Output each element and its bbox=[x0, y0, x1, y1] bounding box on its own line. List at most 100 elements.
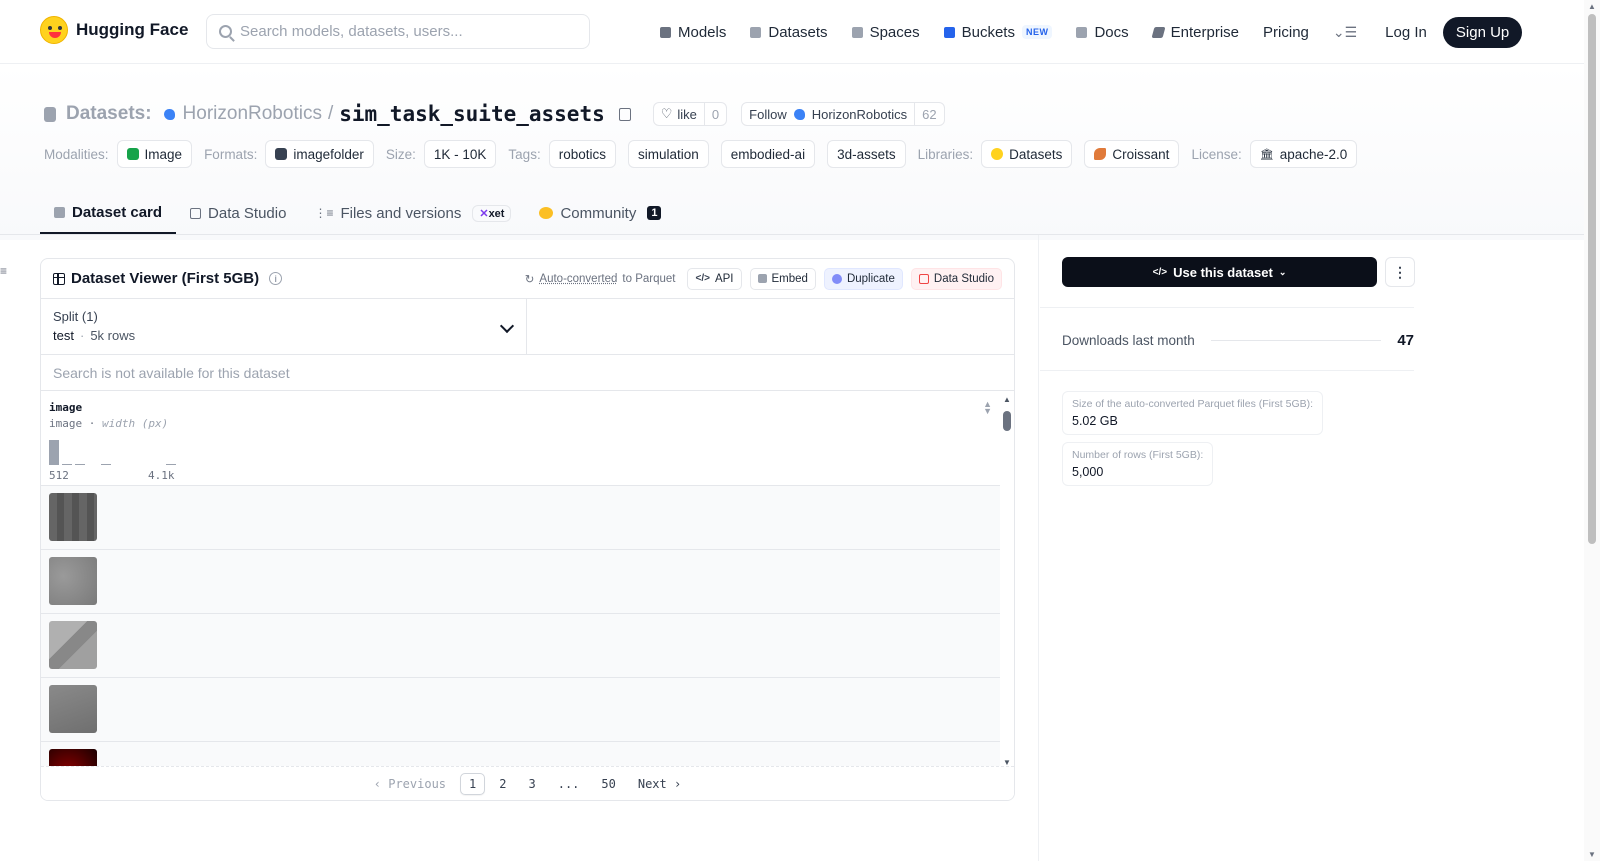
table-row[interactable] bbox=[41, 486, 1000, 550]
cube-icon bbox=[660, 26, 671, 38]
use-this-dataset-button[interactable]: </> Use this dataset ⌄ bbox=[1062, 257, 1377, 287]
more-menu-icon[interactable]: ⌄☰ bbox=[1333, 24, 1357, 41]
tag-simulation[interactable]: simulation bbox=[627, 140, 709, 168]
nav-links: Models Datasets Spaces Buckets NEW Docs … bbox=[660, 0, 1523, 64]
scroll-up-icon[interactable]: ▲ bbox=[1588, 2, 1596, 11]
tag-robotics[interactable]: robotics bbox=[548, 140, 616, 168]
api-button[interactable]: </> API bbox=[687, 267, 742, 290]
sidebar-rule bbox=[1040, 370, 1414, 371]
tabs-divider bbox=[0, 234, 1584, 235]
pager-previous[interactable]: ‹ Previous bbox=[366, 774, 454, 794]
split-row-spacer bbox=[527, 299, 1014, 354]
page-scrollbar[interactable]: ▲ ▼ bbox=[1584, 0, 1600, 861]
tag-format[interactable]: imagefolder bbox=[265, 140, 374, 168]
nav-spaces[interactable]: Spaces bbox=[851, 24, 920, 41]
follow-button[interactable]: Follow HorizonRobotics 62 bbox=[741, 102, 945, 126]
auto-converted-note[interactable]: ↻ Auto-converted to Parquet bbox=[525, 272, 676, 286]
table-row[interactable] bbox=[41, 678, 1000, 742]
heart-icon: ♡ bbox=[660, 106, 673, 121]
pager-page[interactable]: 1 bbox=[460, 772, 486, 795]
table-row[interactable] bbox=[41, 614, 1000, 678]
nav-docs[interactable]: Docs bbox=[1076, 24, 1129, 41]
tag-license[interactable]: 🏛 apache-2.0 bbox=[1249, 140, 1358, 168]
auto-converted-suffix: to Parquet bbox=[622, 272, 676, 285]
viewer-scroll-thumb[interactable] bbox=[1003, 411, 1011, 431]
tab-files-and-versions[interactable]: ⋮≡ Files and versions ✕xet bbox=[300, 192, 525, 234]
histogram-bar bbox=[166, 463, 176, 465]
pager-page[interactable]: 2 bbox=[491, 774, 514, 794]
tab-dataset-card[interactable]: Dataset card bbox=[40, 192, 177, 234]
sort-icon[interactable]: ▲ ▼ bbox=[983, 400, 992, 416]
follow-org-name: HorizonRobotics bbox=[811, 106, 908, 122]
formats-label: Formats: bbox=[204, 146, 258, 162]
pager-page[interactable]: 3 bbox=[520, 774, 543, 794]
downloads-value: 47 bbox=[1397, 332, 1414, 349]
xet-badge: ✕xet bbox=[472, 204, 512, 222]
table-row[interactable] bbox=[41, 550, 1000, 614]
chevron-down-icon: ⌄ bbox=[1278, 266, 1287, 277]
tag-3d-assets[interactable]: 3d-assets bbox=[827, 140, 906, 168]
org-avatar-icon bbox=[163, 108, 175, 120]
info-icon[interactable]: i bbox=[269, 272, 283, 285]
search-input[interactable] bbox=[240, 23, 570, 40]
tag-size[interactable]: 1K - 10K bbox=[423, 140, 497, 168]
nav-enterprise[interactable]: Enterprise bbox=[1151, 24, 1239, 41]
tab-files-label: Files and versions bbox=[340, 204, 462, 222]
tab-community[interactable]: Community 1 bbox=[525, 192, 675, 234]
login-link[interactable]: Log In bbox=[1385, 24, 1427, 41]
scroll-down-icon[interactable]: ▼ bbox=[1588, 850, 1596, 859]
use-this-dataset-label: Use this dataset bbox=[1173, 264, 1273, 280]
nav-pricing-label: Pricing bbox=[1263, 23, 1309, 41]
tag-embodied-ai[interactable]: embodied-ai bbox=[720, 140, 816, 168]
data-studio-icon bbox=[918, 273, 929, 284]
pager-next[interactable]: Next › bbox=[630, 774, 689, 794]
code-icon: </> bbox=[1152, 266, 1168, 278]
page-scroll-thumb[interactable] bbox=[1588, 14, 1596, 544]
nav-models-label: Models bbox=[678, 23, 727, 41]
tag-library-datasets[interactable]: Datasets bbox=[981, 140, 1073, 168]
format-value: imagefolder bbox=[293, 146, 364, 162]
library-datasets-label: Datasets bbox=[1009, 146, 1063, 162]
image-thumbnail[interactable] bbox=[49, 493, 97, 541]
image-thumbnail[interactable] bbox=[49, 621, 97, 669]
nav-buckets-label: Buckets bbox=[961, 23, 1015, 41]
global-search[interactable] bbox=[206, 14, 590, 49]
pager-page[interactable]: 50 bbox=[593, 774, 623, 794]
database-icon bbox=[750, 26, 762, 38]
duplicate-button[interactable]: Duplicate bbox=[823, 267, 903, 290]
tab-data-studio[interactable]: Data Studio bbox=[176, 192, 300, 234]
column-header-image[interactable]: image image · width (px) 512 4.1k ▲ ▼ bbox=[41, 391, 1000, 486]
image-thumbnail[interactable] bbox=[49, 557, 97, 605]
tag-modality-image[interactable]: Image bbox=[116, 140, 193, 168]
more-options-button[interactable]: ⋮ bbox=[1385, 257, 1415, 287]
separator-dot: · bbox=[79, 328, 85, 343]
image-thumbnail[interactable] bbox=[49, 685, 97, 733]
nav-datasets[interactable]: Datasets bbox=[750, 24, 828, 41]
sidebar-toggle-icon[interactable]: ≡ bbox=[0, 264, 7, 278]
viewer-scrollbar[interactable]: ▲ ▼ bbox=[1003, 395, 1011, 767]
signup-button[interactable]: Sign Up bbox=[1442, 16, 1523, 48]
histogram-bar bbox=[62, 463, 72, 465]
folder-icon bbox=[275, 148, 288, 160]
tags-label: Tags: bbox=[508, 146, 541, 162]
hf-logo-link[interactable]: Hugging Face bbox=[40, 16, 188, 44]
split-rows: 5k rows bbox=[90, 328, 136, 343]
embed-button[interactable]: Embed bbox=[749, 267, 816, 290]
nav-models[interactable]: Models bbox=[660, 24, 726, 41]
community-hug-icon bbox=[539, 207, 554, 219]
copy-icon[interactable] bbox=[618, 107, 631, 121]
scroll-up-icon[interactable]: ▲ bbox=[1003, 395, 1011, 404]
org-avatar-icon bbox=[793, 108, 805, 120]
split-selector[interactable]: Split (1) test · 5k rows bbox=[41, 299, 527, 354]
tag-library-croissant[interactable]: Croissant bbox=[1084, 140, 1180, 168]
section-link[interactable]: Datasets: bbox=[66, 103, 152, 125]
nav-buckets[interactable]: Buckets NEW bbox=[943, 23, 1053, 41]
parquet-size-card: Size of the auto-converted Parquet files… bbox=[1062, 391, 1324, 435]
embed-label: Embed bbox=[771, 272, 808, 285]
repo-name[interactable]: sim_task_suite_assets bbox=[339, 102, 605, 126]
org-link[interactable]: HorizonRobotics bbox=[183, 103, 322, 125]
nav-pricing[interactable]: Pricing bbox=[1263, 24, 1309, 41]
repo-title-row: Datasets: HorizonRobotics / sim_task_sui… bbox=[44, 102, 953, 126]
data-studio-button[interactable]: Data Studio bbox=[910, 267, 1002, 290]
like-button[interactable]: ♡ like 0 bbox=[652, 102, 728, 126]
